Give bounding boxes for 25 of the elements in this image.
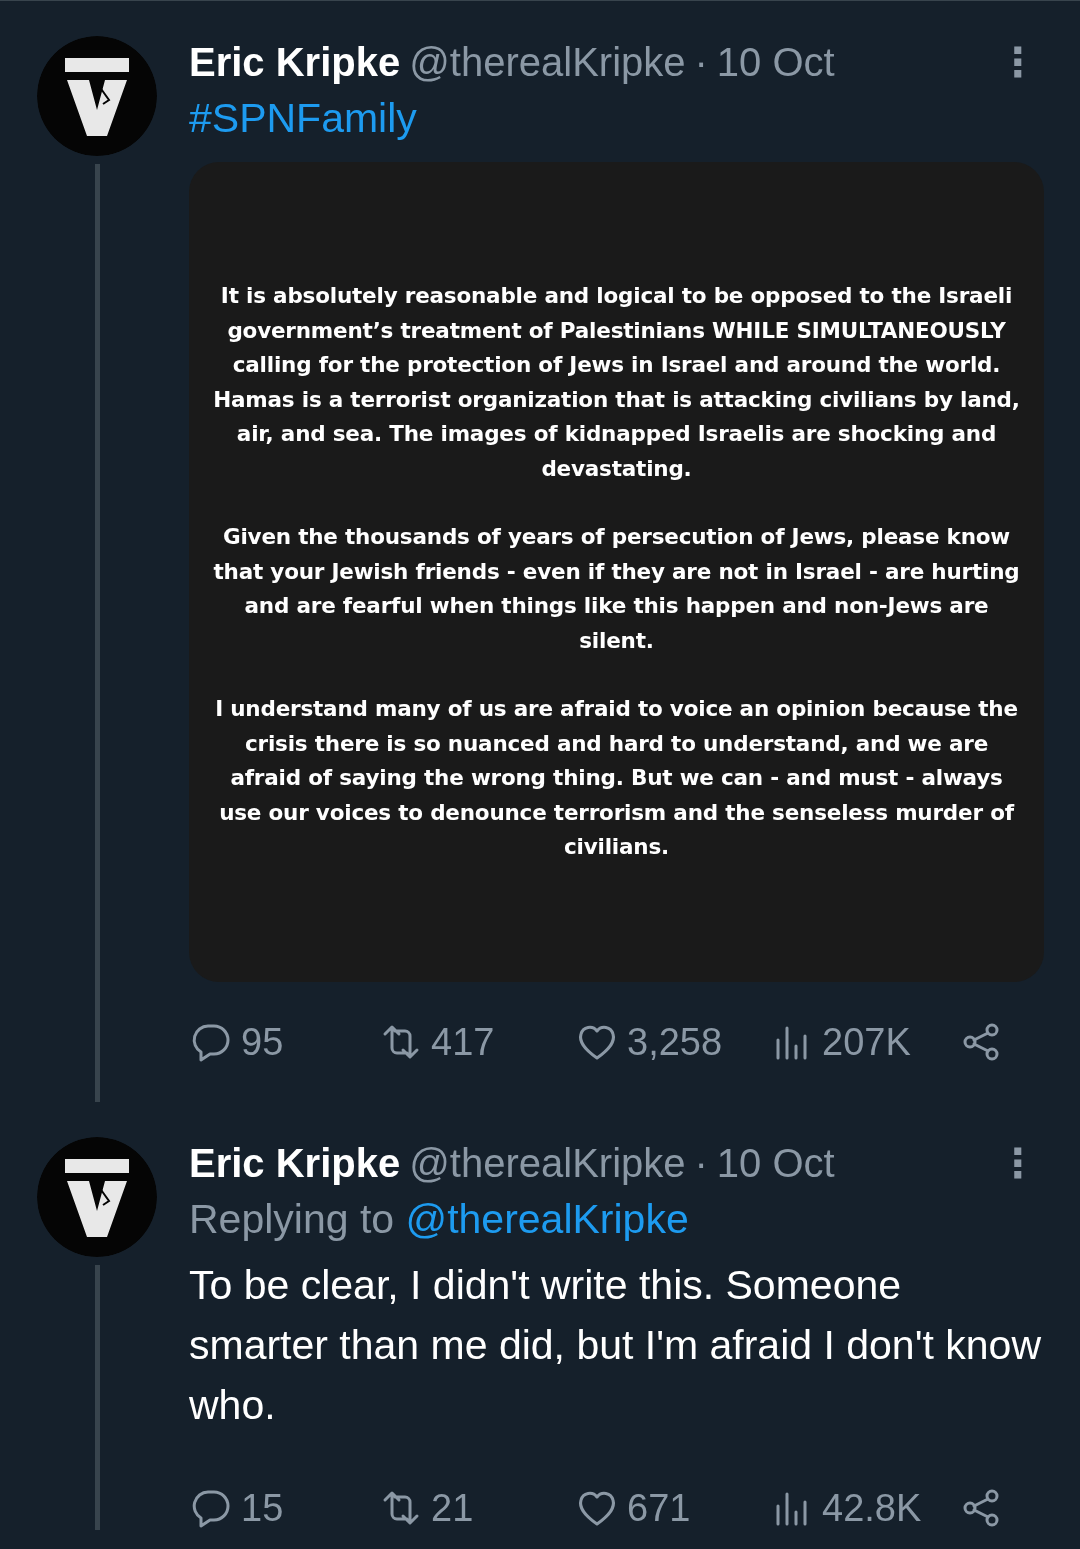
hashtag-link[interactable]: #SPNFamily xyxy=(189,95,417,141)
separator: · xyxy=(694,39,708,86)
image-paragraph: It is absolutely reasonable and logical to be opposed to the Israeli government’s treatment of Palestinians WHILE SIMULTANEOUSLY calling for the protection of Jews in Israel and around the world. Hamas is a terrorist organization that is attacking civilians by land, air, and sea. The images of kidnapped Israelis are shocking and devastating. xyxy=(212,282,1021,483)
image-paragraph: Given the thousands of years of persecution of Jews, please know that your Jewish friends - even if they are not in Israel - are hurting and are fearful when things like this happen and non-Jews are silent. xyxy=(212,523,1021,655)
stat-count: 3,258 xyxy=(627,1020,723,1064)
more-button[interactable]: ⋮ xyxy=(998,36,1044,88)
author-name[interactable]: Eric Kripke xyxy=(189,1137,401,1189)
more-button[interactable]: ⋮ xyxy=(998,1137,1044,1189)
mention-link[interactable]: @therealKripke xyxy=(405,1196,689,1242)
replying-to-text: Replying to @therealKripke xyxy=(189,1195,690,1244)
image-paragraph: I understand many of us are afraid to voice an opinion because the crisis there is so nuanced and hard to understand, and we are afraid of saying the wrong thing. But we can - and must - always use our voices to denounce terrorism and the senseless murder of civilians. xyxy=(214,695,1019,862)
stat-count: 417 xyxy=(431,1020,495,1064)
author-handle[interactable]: @therealKripke xyxy=(409,36,686,88)
stat-count: 207K xyxy=(822,1020,911,1064)
author-handle[interactable]: @therealKripke xyxy=(409,1137,686,1189)
author-name[interactable]: Eric Kripke xyxy=(189,36,401,88)
stat-count: 95 xyxy=(241,1020,284,1064)
tweet-text: To be clear, I didn't write this. Someone smarter than me did, but I'm afraid I don't know who. xyxy=(189,1261,1042,1430)
stat-count: 15 xyxy=(241,1486,284,1530)
stat-count: 671 xyxy=(627,1486,691,1530)
stat-count: 42.8K xyxy=(822,1486,922,1530)
timestamp[interactable]: 10 Oct xyxy=(716,36,835,88)
separator: · xyxy=(694,1140,708,1187)
timestamp[interactable]: 10 Oct xyxy=(716,1137,835,1189)
stat-count: 21 xyxy=(431,1486,474,1530)
